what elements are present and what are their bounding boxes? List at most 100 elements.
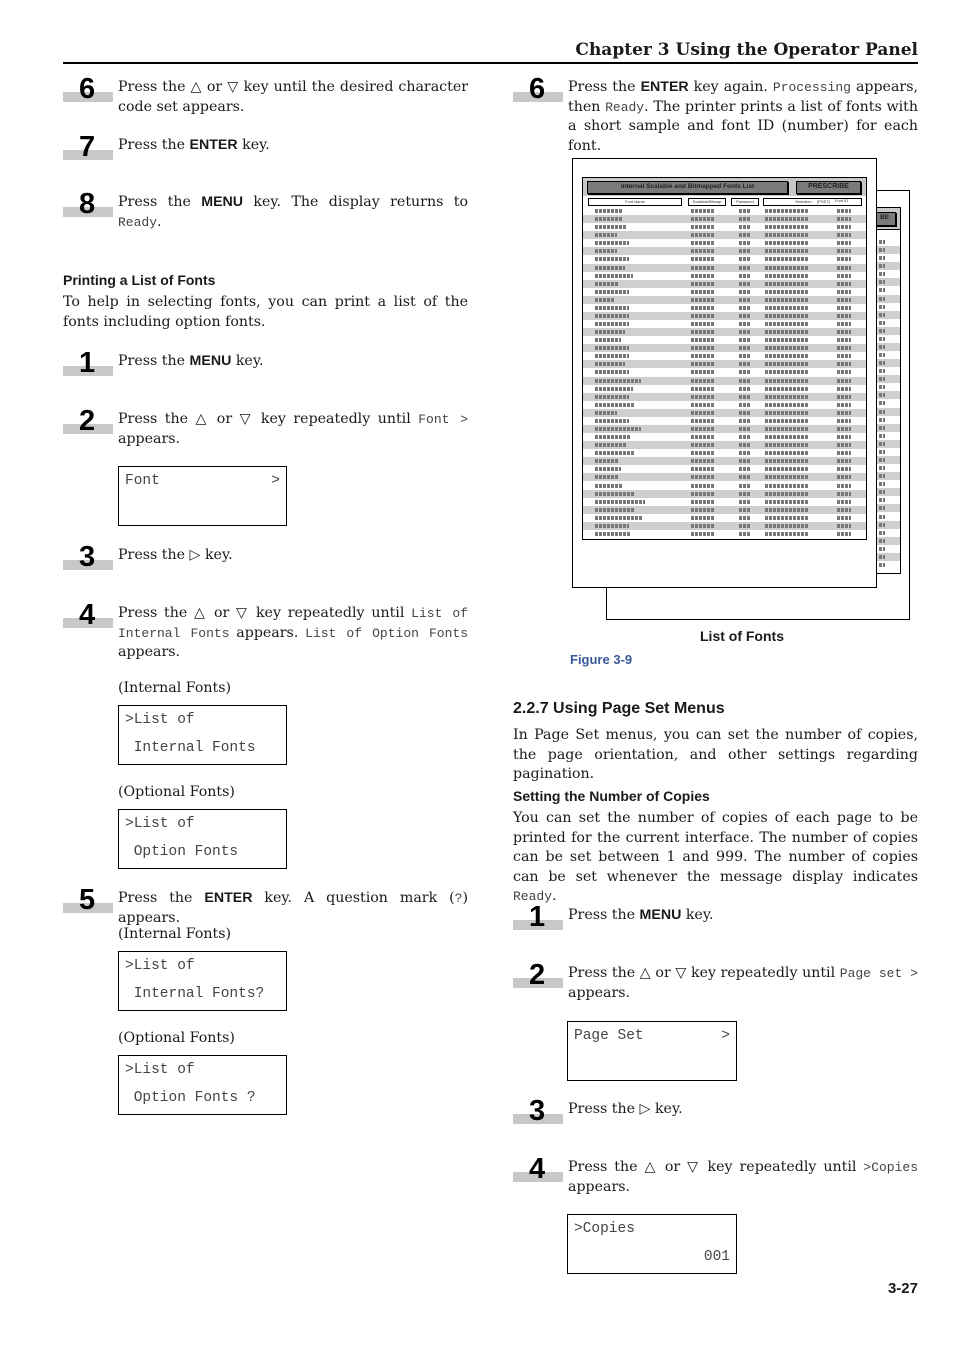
step-number: 2 (63, 405, 113, 450)
font-id-sample (837, 289, 851, 294)
font-name-sample (595, 394, 629, 399)
font-name-sample (595, 427, 641, 431)
back-table-row (876, 391, 900, 400)
font-id-sample (879, 336, 885, 341)
font-table-row (583, 328, 866, 337)
font-name-sample (595, 241, 629, 246)
step-number: 4 (513, 1153, 563, 1198)
back-table-row (876, 464, 900, 472)
selection-sample (765, 483, 809, 488)
font-id-sample (837, 354, 851, 359)
scalable-sample (691, 249, 715, 254)
font-id-sample (879, 458, 885, 462)
lcd-line2: Option Fonts (125, 844, 239, 860)
font-id-sample (879, 425, 885, 430)
step-number: 7 (63, 131, 113, 176)
step-text: Press the △ or ▽ key repeatedly until Fo… (118, 410, 468, 449)
password-sample (739, 225, 751, 230)
font-id-sample (879, 441, 885, 446)
font-id-sample (879, 474, 885, 479)
selection-sample (765, 249, 809, 254)
scalable-sample (691, 427, 715, 431)
step-number: 4 (63, 599, 113, 644)
back-table-row (876, 552, 900, 561)
scalable-sample (691, 225, 715, 230)
font-name-sample (595, 531, 631, 536)
selection-sample (765, 410, 809, 415)
font-table-row (583, 336, 866, 344)
scalable-sample (691, 451, 715, 456)
back-table-row (876, 423, 900, 432)
step-digit: 6 (529, 73, 546, 105)
font-id-sample (879, 240, 885, 245)
back-sheet-table (876, 229, 901, 574)
scalable-sample (691, 491, 715, 496)
font-id-sample (837, 467, 851, 472)
password-sample (739, 467, 751, 472)
font-id-sample (837, 265, 851, 270)
lcd-line2: Internal Fonts? (125, 986, 265, 1002)
scalable-sample (691, 362, 715, 367)
step-digit: 1 (79, 347, 96, 379)
selection-sample (765, 281, 809, 286)
text-run: Press the (568, 907, 640, 923)
font-id-sample (879, 417, 885, 422)
display-message: Ready (118, 214, 158, 230)
text-run: Press the △ or ▽ key repeatedly until (568, 1159, 864, 1175)
font-table-row (583, 207, 866, 215)
font-name-sample (595, 330, 625, 335)
text-run: key. (237, 137, 270, 153)
font-table-row (583, 344, 866, 353)
step-text: Press the ▷ key. (568, 1100, 918, 1120)
font-table-row (583, 288, 866, 296)
step-digit: 2 (79, 405, 96, 437)
step-number: 5 (63, 884, 113, 929)
key-name: MENU (189, 353, 232, 369)
back-table-row (876, 286, 900, 294)
font-name-sample (595, 265, 625, 270)
font-id-sample (837, 515, 851, 520)
selection-sample (765, 233, 809, 238)
scalable-sample (691, 289, 715, 294)
front-sheet-header: Internal Scalable and Bitmapped Fonts Li… (582, 177, 867, 198)
scalable-sample (691, 354, 715, 359)
font-id-sample (879, 344, 885, 349)
font-id-sample (837, 386, 851, 391)
font-id-sample (837, 418, 851, 423)
password-sample (739, 507, 751, 512)
password-sample (739, 427, 751, 431)
font-table-row (583, 368, 866, 376)
font-name-sample (595, 362, 625, 367)
text-run: appears. (118, 430, 181, 447)
password-sample (739, 249, 751, 254)
scalable-sample (691, 217, 715, 222)
text-run: Press the ▷ key. (118, 547, 233, 563)
scalable-sample (691, 257, 715, 262)
password-sample (739, 515, 751, 520)
font-name-sample (595, 386, 633, 391)
selection-sample (765, 418, 809, 423)
key-name: ENTER (204, 890, 253, 906)
font-table-row (583, 360, 866, 369)
lcd-line2: Option Fonts ? (125, 1090, 256, 1106)
lcd-line1: >List of (125, 958, 195, 974)
font-name-sample (595, 467, 621, 472)
font-table-row (583, 449, 866, 457)
font-id-sample (879, 353, 885, 358)
scalable-sample (691, 386, 715, 391)
step-number: 1 (63, 347, 113, 392)
font-name-sample (595, 451, 635, 456)
back-table-row (876, 432, 900, 440)
font-name-sample (595, 257, 629, 262)
selection-sample (765, 435, 809, 440)
selection-sample (765, 499, 809, 504)
text-run: Press the (118, 137, 190, 153)
text-run: Press the △ or ▽ key until the desired c… (118, 79, 468, 115)
selection-sample (765, 507, 809, 512)
selection-sample (765, 531, 809, 536)
font-name-sample (595, 370, 629, 375)
scalable-sample (691, 241, 715, 246)
password-sample (739, 217, 751, 222)
back-table-row (876, 310, 900, 319)
scalable-sample (691, 265, 715, 270)
